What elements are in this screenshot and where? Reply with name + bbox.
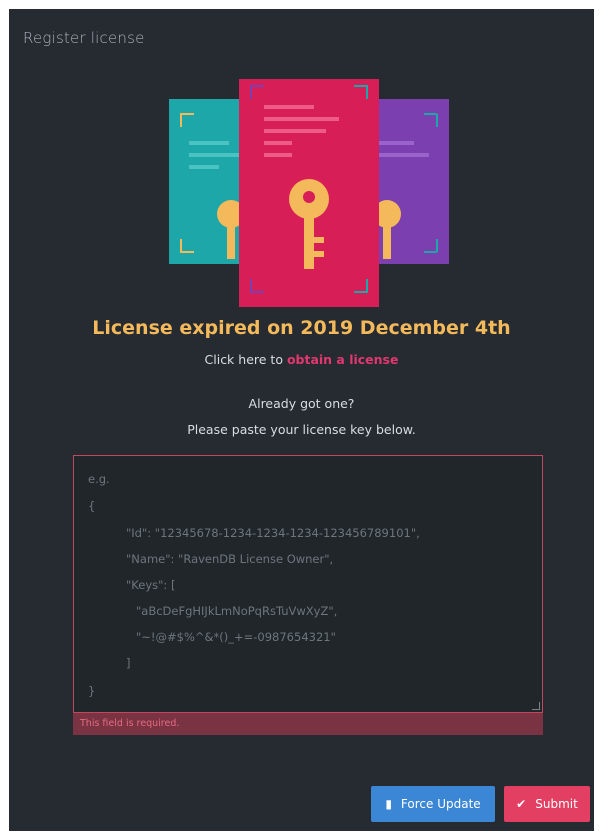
resize-handle[interactable]	[532, 702, 540, 710]
force-update-label: Force Update	[400, 797, 481, 811]
register-license-dialog: Register license License expired on 2019…	[9, 9, 594, 831]
dialog-title: Register license	[23, 29, 145, 47]
validation-error: This field is required.	[73, 713, 543, 735]
license-expired-headline: License expired on 2019 December 4th	[92, 317, 511, 339]
license-key-box: e.g. { "Id": "12345678-1234-1234-1234-12…	[73, 455, 543, 713]
paste-instructions: Please paste your license key below.	[187, 422, 416, 437]
already-got-one-text: Already got one?	[248, 396, 355, 411]
obtain-license-link[interactable]: obtain a license	[287, 352, 399, 367]
force-update-button[interactable]: ▮ Force Update	[371, 786, 495, 822]
obtain-license-line: Click here to obtain a license	[9, 352, 594, 367]
submit-button[interactable]: ✔ Submit	[504, 786, 590, 822]
obtain-license-prefix: Click here to	[204, 352, 287, 367]
submit-label: Submit	[535, 797, 578, 811]
force-update-icon: ▮	[385, 797, 392, 811]
license-keys-illustration	[169, 79, 449, 307]
license-key-input[interactable]	[74, 456, 542, 712]
check-icon: ✔	[516, 797, 527, 811]
